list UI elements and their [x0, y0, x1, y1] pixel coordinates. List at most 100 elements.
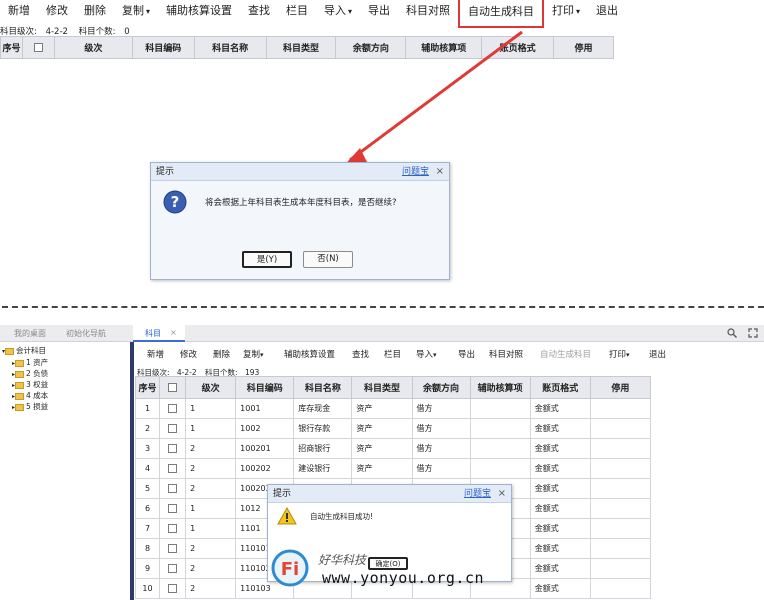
row-checkbox[interactable]: [168, 544, 178, 553]
question-icon: ?: [163, 190, 187, 214]
toolbar-button-3[interactable]: 复制▾: [243, 348, 264, 360]
cell-name: 银行存款: [293, 418, 353, 439]
tree-item[interactable]: ▸ 5 损益: [12, 401, 48, 412]
row-select-cell[interactable]: [159, 418, 187, 439]
select-all-checkbox[interactable]: [168, 382, 178, 392]
row-select-cell[interactable]: [159, 518, 187, 539]
row-select-cell[interactable]: [159, 438, 187, 459]
table-row[interactable]: 2 1 1002 银行存款 资产 借方 金额式: [134, 418, 652, 439]
row-checkbox[interactable]: [168, 484, 178, 493]
column-header-9[interactable]: 停用: [589, 376, 652, 399]
column-header-3[interactable]: 科目编码: [235, 376, 295, 399]
select-all-checkbox[interactable]: [33, 42, 43, 52]
row-checkbox[interactable]: [168, 584, 178, 593]
toolbar-button-0[interactable]: 新增: [147, 348, 164, 360]
cell-dir: 借方: [411, 398, 471, 419]
cell-aux: [469, 458, 531, 479]
toolbar-button-6[interactable]: 栏目: [384, 348, 401, 360]
column-header-2[interactable]: 级次: [53, 36, 133, 59]
toolbar-button-9[interactable]: 科目对照: [489, 348, 523, 360]
toolbar-button-11[interactable]: 打印▾: [609, 348, 630, 360]
row-select-cell[interactable]: [159, 498, 187, 519]
tab-my-desktop[interactable]: 我的桌面: [14, 328, 46, 339]
toolbar-button-5[interactable]: 查找: [352, 348, 369, 360]
no-button[interactable]: 否(N): [303, 251, 353, 268]
svg-text:?: ?: [171, 193, 180, 211]
panel-splitter[interactable]: [130, 342, 134, 600]
fullscreen-icon[interactable]: [748, 328, 758, 338]
toolbar-button-10[interactable]: 自动生成科目: [458, 0, 545, 28]
toolbar-button-3[interactable]: 复制▾: [114, 0, 158, 22]
row-select-cell[interactable]: [159, 558, 187, 579]
cell-code: 1001: [235, 398, 295, 419]
cell-no: 7: [134, 518, 161, 539]
column-header-9[interactable]: 停用: [553, 36, 614, 59]
toolbar-button-11[interactable]: 打印▾: [544, 0, 588, 22]
tree-item[interactable]: ▸ 4 成本: [12, 390, 48, 401]
row-select-cell[interactable]: [159, 478, 187, 499]
help-link[interactable]: 问题宝: [402, 163, 429, 181]
row-select-cell[interactable]: [159, 458, 187, 479]
toolbar-button-10[interactable]: 自动生成科目: [540, 348, 591, 360]
row-select-cell[interactable]: [159, 538, 187, 559]
cell-dir: 借方: [411, 418, 471, 439]
tree-item[interactable]: ▸ 1 资产: [12, 357, 48, 368]
cell-fmt: 金额式: [529, 418, 591, 439]
row-checkbox[interactable]: [168, 464, 178, 473]
search-icon[interactable]: [727, 328, 737, 338]
toolbar-button-7[interactable]: 导入▾: [416, 348, 437, 360]
toolbar-button-7[interactable]: 导入▾: [316, 0, 360, 22]
cell-dir: 借方: [411, 458, 471, 479]
row-checkbox[interactable]: [168, 424, 178, 433]
column-header-1[interactable]: [21, 36, 55, 59]
toolbar-button-0[interactable]: 新增: [0, 0, 38, 22]
column-header-5[interactable]: 科目类型: [265, 36, 337, 59]
table-row[interactable]: 1 1 1001 库存现金 资产 借方 金额式: [134, 398, 652, 419]
column-header-4[interactable]: 科目名称: [293, 376, 353, 399]
column-header-8[interactable]: 账页格式: [529, 376, 591, 399]
column-header-0[interactable]: 序号: [134, 376, 161, 399]
column-header-4[interactable]: 科目名称: [193, 36, 267, 59]
row-checkbox[interactable]: [168, 504, 178, 513]
tab-init-nav[interactable]: 初始化导航: [66, 328, 106, 339]
row-select-cell[interactable]: [159, 578, 187, 599]
column-header-1[interactable]: [159, 376, 187, 399]
row-checkbox[interactable]: [168, 564, 178, 573]
column-header-3[interactable]: 科目编码: [131, 36, 195, 59]
toolbar-button-8[interactable]: 导出: [360, 0, 398, 22]
column-header-6[interactable]: 余额方向: [411, 376, 471, 399]
yes-button[interactable]: 是(Y): [242, 251, 292, 268]
toolbar-button-1[interactable]: 修改: [180, 348, 197, 360]
column-header-2[interactable]: 级次: [185, 376, 237, 399]
toolbar-button-4[interactable]: 辅助核算设置: [284, 348, 335, 360]
tree-item[interactable]: ▸ 2 负债: [12, 368, 48, 379]
column-header-7[interactable]: 辅助核算项: [469, 376, 531, 399]
dialog-title-bar: 提示 问题宝 ×: [151, 163, 449, 181]
toolbar-button-8[interactable]: 导出: [458, 348, 475, 360]
row-checkbox[interactable]: [168, 524, 178, 533]
toolbar-button-2[interactable]: 删除: [76, 0, 114, 22]
toolbar-button-12[interactable]: 退出: [649, 348, 666, 360]
close-icon[interactable]: ×: [498, 485, 506, 503]
tree-root[interactable]: ▾ 会计科目: [2, 345, 46, 356]
table-row[interactable]: 4 2 100202 建设银行 资产 借方 金额式: [134, 458, 652, 479]
toolbar-button-6[interactable]: 栏目: [278, 0, 316, 22]
toolbar-button-2[interactable]: 删除: [213, 348, 230, 360]
toolbar-button-5[interactable]: 查找: [240, 0, 278, 22]
cell-code: 1002: [235, 418, 295, 439]
toolbar-button-12[interactable]: 退出: [588, 0, 626, 22]
table-row[interactable]: 3 2 100201 招商银行 资产 借方 金额式: [134, 438, 652, 459]
cell-no: 1: [134, 398, 161, 419]
tab-close-icon[interactable]: ×: [170, 328, 177, 337]
toolbar-button-4[interactable]: 辅助核算设置: [158, 0, 240, 22]
close-icon[interactable]: ×: [436, 163, 444, 181]
help-link[interactable]: 问题宝: [464, 485, 491, 503]
toolbar-button-9[interactable]: 科目对照: [398, 0, 458, 22]
row-select-cell[interactable]: [159, 398, 187, 419]
column-header-5[interactable]: 科目类型: [351, 376, 413, 399]
row-checkbox[interactable]: [168, 444, 178, 453]
row-checkbox[interactable]: [168, 404, 178, 413]
toolbar-button-1[interactable]: 修改: [38, 0, 76, 22]
column-header-0[interactable]: 序号: [0, 36, 23, 59]
tree-item[interactable]: ▸ 3 权益: [12, 379, 48, 390]
